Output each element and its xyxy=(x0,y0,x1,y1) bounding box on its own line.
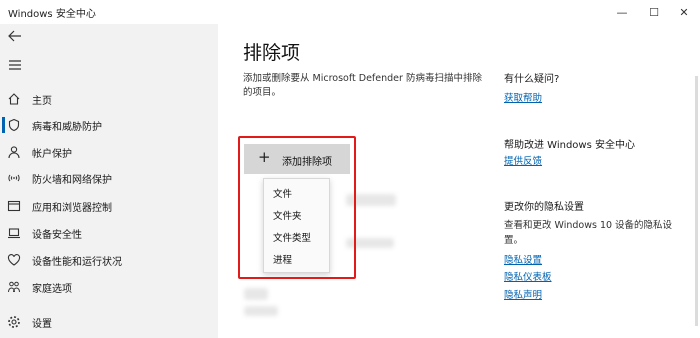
privacy-text: 查看和更改 Windows 10 设备的隐私设置。 xyxy=(504,220,673,246)
sidebar-item-label: 防火墙和网络保护 xyxy=(32,175,112,186)
close-button[interactable]: ✕ xyxy=(668,0,700,24)
sidebar-item-label: 家庭选项 xyxy=(32,284,72,295)
privacy-statement-link[interactable]: 隐私声明 xyxy=(504,287,542,301)
sidebar-item-settings[interactable]: 设置 xyxy=(0,310,218,334)
back-button[interactable] xyxy=(6,27,24,45)
privacy-heading: 更改你的隐私设置 xyxy=(504,202,584,213)
sidebar: 主页 病毒和威胁防护 帐户保护 防火墙和网络保护 应用和浏览器控制 设备安全性 … xyxy=(0,24,218,338)
page-title: 排除项 xyxy=(243,42,301,64)
improve-heading: 帮助改进 Windows 安全中心 xyxy=(504,140,635,151)
maximize-icon: ☐ xyxy=(649,5,659,19)
minimize-icon: — xyxy=(616,5,628,19)
back-arrow-icon xyxy=(8,30,21,42)
close-icon: ✕ xyxy=(679,5,689,19)
sidebar-item-device-performance[interactable]: 设备性能和运行状况 xyxy=(0,248,218,272)
blurred-list-item xyxy=(244,288,268,300)
sidebar-item-label: 帐户保护 xyxy=(32,149,72,160)
sidebar-item-firewall[interactable]: 防火墙和网络保护 xyxy=(0,166,218,190)
sidebar-item-account-protection[interactable]: 帐户保护 xyxy=(0,140,218,164)
window-title: Windows 安全中心 xyxy=(8,9,96,20)
scrollbar[interactable] xyxy=(695,76,698,326)
get-help-link[interactable]: 获取帮助 xyxy=(504,90,542,104)
sidebar-item-label: 应用和浏览器控制 xyxy=(32,203,112,214)
minimize-button[interactable]: — xyxy=(606,0,638,24)
app-window-icon xyxy=(7,200,21,212)
home-icon xyxy=(8,93,20,105)
page-description: 添加或删除要从 Microsoft Defender 防病毒扫描中排除的项目。 xyxy=(243,73,482,98)
sidebar-item-label: 设备性能和运行状况 xyxy=(32,257,122,268)
gear-icon xyxy=(8,316,20,328)
maximize-button[interactable]: ☐ xyxy=(638,0,670,24)
help-heading: 有什么疑问? xyxy=(504,74,560,85)
sidebar-item-label: 设置 xyxy=(32,319,52,330)
sidebar-item-device-security[interactable]: 设备安全性 xyxy=(0,221,218,245)
sidebar-item-label: 设备安全性 xyxy=(32,230,82,241)
person-icon xyxy=(8,146,20,159)
heart-icon xyxy=(7,254,21,266)
sidebar-item-app-browser[interactable]: 应用和浏览器控制 xyxy=(0,194,218,218)
sidebar-item-label: 病毒和威胁防护 xyxy=(32,122,102,133)
sidebar-item-home[interactable]: 主页 xyxy=(0,87,218,111)
sidebar-item-label: 主页 xyxy=(32,96,52,107)
shield-icon xyxy=(8,118,20,132)
family-icon xyxy=(8,281,20,293)
sidebar-item-family-options[interactable]: 家庭选项 xyxy=(0,275,218,299)
privacy-settings-link[interactable]: 隐私设置 xyxy=(504,252,542,266)
menu-button[interactable] xyxy=(6,56,24,74)
highlight-annotation-box xyxy=(238,136,356,279)
blurred-list-item xyxy=(244,306,278,316)
title-bar: Windows 安全中心 — ☐ ✕ xyxy=(0,0,700,24)
feedback-link[interactable]: 提供反馈 xyxy=(504,153,542,167)
wifi-icon xyxy=(8,174,20,182)
main-content: 排除项 添加或删除要从 Microsoft Defender 防病毒扫描中排除的… xyxy=(218,24,700,338)
privacy-dashboard-link[interactable]: 隐私仪表板 xyxy=(504,269,552,283)
sidebar-item-virus-protection[interactable]: 病毒和威胁防护 xyxy=(0,113,218,137)
hamburger-icon xyxy=(9,60,21,70)
laptop-icon xyxy=(8,228,20,239)
